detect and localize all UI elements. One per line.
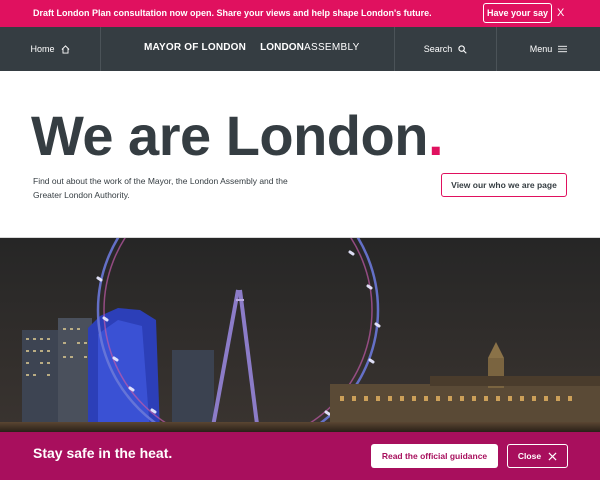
search-button[interactable]: Search [394,27,497,71]
title-dot: . [427,104,444,167]
search-label: Search [423,44,453,54]
menu-button[interactable]: Menu [497,27,600,71]
have-your-say-button[interactable]: Have your say [483,3,552,23]
who-we-are-button[interactable]: View our who we are page [441,173,567,197]
close-label: Close [517,451,542,461]
banner-close-button[interactable]: X [557,7,564,19]
assembly-logo-light: ASSEMBLY [304,42,360,53]
hero-description: Find out about the work of the Mayor, th… [33,176,288,200]
london-assembly-logo[interactable]: LONDONASSEMBLY [260,42,360,53]
heat-alert-bar: Stay safe in the heat. Read the official… [0,432,600,480]
heat-alert-title: Stay safe in the heat. [33,445,173,461]
assembly-logo-bold: LONDON [260,42,305,53]
page: Draft London Plan consultation now open.… [0,0,600,480]
page-title: We are London. [31,104,444,168]
home-link[interactable]: Home [0,27,101,71]
london-eye-illustration [0,238,600,432]
hamburger-icon [558,45,568,53]
site-logos: MAYOR OF LONDON LONDONASSEMBLY [144,42,360,53]
london-eye-photo [0,238,600,432]
heat-close-button[interactable]: Close [507,444,568,468]
consultation-banner: Draft London Plan consultation now open.… [0,0,600,27]
home-label: Home [30,44,55,54]
search-icon [458,44,467,54]
menu-label: Menu [529,44,553,54]
consultation-text: Draft London Plan consultation now open.… [33,8,432,18]
title-text: We are London [31,104,428,167]
mayor-of-london-logo[interactable]: MAYOR OF LONDON [144,42,246,53]
close-icon [548,451,557,461]
read-guidance-button[interactable]: Read the official guidance [371,444,498,468]
main-nav: Home MAYOR OF LONDON LONDONASSEMBLY Sear… [0,27,600,71]
home-icon [61,44,69,54]
